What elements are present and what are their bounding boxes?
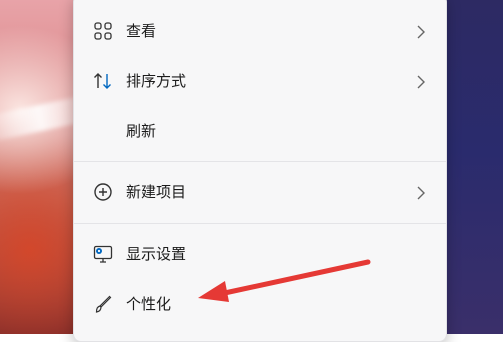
menu-separator bbox=[74, 161, 446, 162]
menu-item-sort-by-label: 排序方式 bbox=[126, 72, 187, 90]
plus-circle-icon bbox=[92, 181, 114, 203]
sort-icon bbox=[92, 70, 114, 92]
menu-item-new-label: 新建项目 bbox=[126, 183, 187, 201]
grid-icon bbox=[92, 20, 114, 42]
menu-item-view-label: 查看 bbox=[126, 22, 157, 40]
menu-separator bbox=[74, 223, 446, 224]
menu-item-refresh[interactable]: 刷新 bbox=[74, 109, 446, 153]
menu-item-personalize[interactable]: 个性化 bbox=[74, 282, 446, 326]
menu-item-sort-by[interactable]: 排序方式 bbox=[74, 59, 446, 103]
brush-icon bbox=[92, 293, 114, 315]
display-settings-icon bbox=[92, 243, 114, 265]
menu-item-new[interactable]: 新建项目 bbox=[74, 170, 446, 214]
menu-item-view[interactable]: 查看 bbox=[74, 9, 446, 53]
menu-item-refresh-label: 刷新 bbox=[126, 122, 157, 140]
menu-item-personalize-label: 个性化 bbox=[126, 295, 172, 313]
chevron-right-icon bbox=[415, 185, 427, 200]
chevron-right-icon bbox=[415, 74, 427, 89]
chevron-right-icon bbox=[415, 24, 427, 39]
menu-item-display-settings-label: 显示设置 bbox=[126, 245, 187, 263]
desktop-context-menu: 查看 排序方式 刷新 新建项目 显示设置 个性化 bbox=[73, 0, 447, 342]
menu-item-display-settings[interactable]: 显示设置 bbox=[74, 232, 446, 276]
